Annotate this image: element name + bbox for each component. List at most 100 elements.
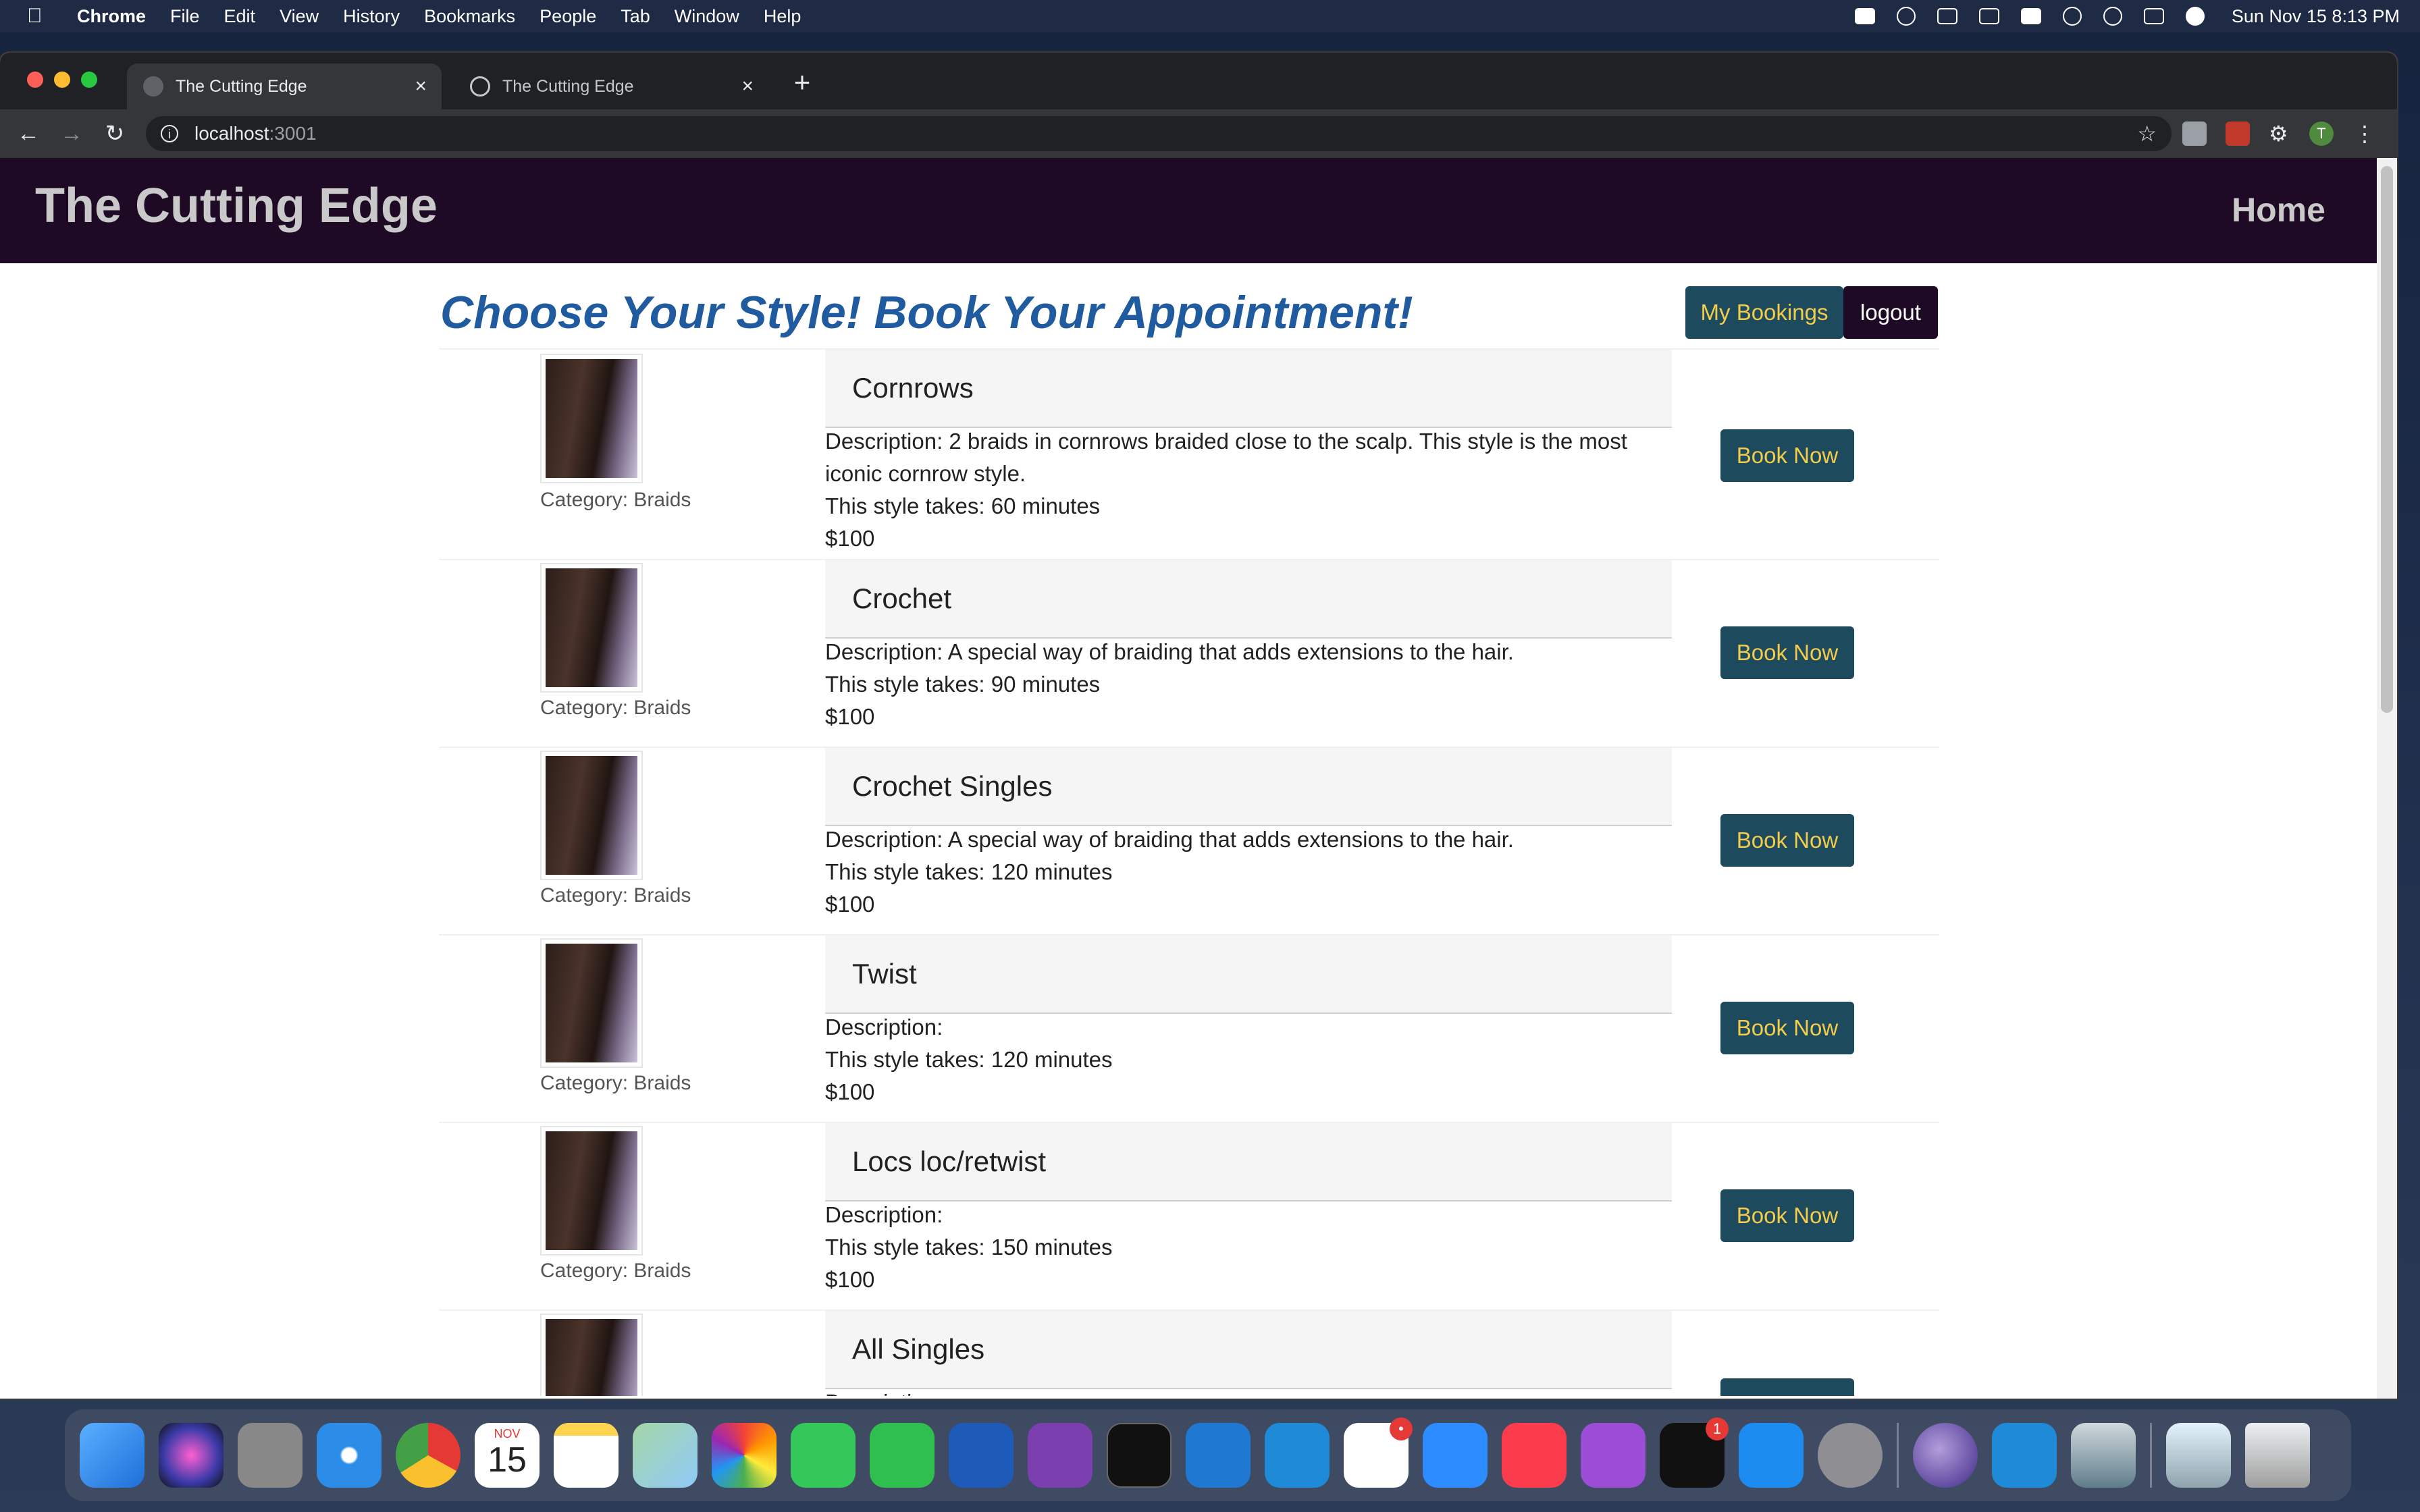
book-now-button[interactable]: Book Now	[1720, 1002, 1854, 1054]
book-now-button[interactable]: Book Now	[1720, 814, 1854, 867]
music-icon[interactable]	[1502, 1423, 1567, 1488]
profile-avatar[interactable]: T	[2309, 122, 2334, 146]
extension-badge-icon[interactable]	[2226, 122, 2250, 146]
back-arrow-icon[interactable]: ←	[14, 119, 43, 148]
calendar-icon[interactable]: NOV 15	[475, 1423, 540, 1488]
logout-button[interactable]: logout	[1843, 286, 1938, 339]
dock-separator	[1897, 1423, 1899, 1488]
vscode-icon[interactable]	[1265, 1423, 1330, 1488]
maps-icon[interactable]	[633, 1423, 698, 1488]
tab-title: The Cutting Edge	[176, 76, 307, 96]
vscode-insiders-icon[interactable]	[1992, 1423, 2057, 1488]
battery-icon[interactable]	[2020, 8, 2041, 24]
siri-icon[interactable]	[2185, 7, 2205, 26]
play-icon[interactable]	[1896, 7, 1916, 26]
style-duration: This style takes: 90 minutes	[825, 672, 1101, 697]
zoom-icon[interactable]	[1423, 1423, 1488, 1488]
book-now-button[interactable]: Book Now	[1720, 429, 1854, 482]
zoom-window-button[interactable]	[81, 72, 97, 88]
xcode-icon[interactable]	[1186, 1423, 1251, 1488]
photos-icon[interactable]	[712, 1423, 777, 1488]
tab-close-icon[interactable]: ×	[741, 75, 754, 98]
app-store-icon[interactable]	[1739, 1423, 1804, 1488]
finder-icon[interactable]	[80, 1423, 144, 1488]
menu-app-name[interactable]: Chrome	[77, 6, 146, 27]
menu-window[interactable]: Window	[675, 6, 739, 27]
new-tab-button[interactable]: +	[790, 68, 814, 97]
menu-help[interactable]: Help	[764, 6, 801, 27]
menu-people[interactable]: People	[540, 6, 596, 27]
notes-icon[interactable]	[554, 1423, 619, 1488]
style-price: $100	[825, 704, 875, 729]
control-center-icon[interactable]	[2143, 8, 2164, 24]
style-description: Description:	[825, 1386, 1672, 1396]
close-window-button[interactable]	[27, 72, 43, 88]
book-now-button[interactable]: Book Now	[1720, 626, 1854, 679]
list-item: Category: Braids Crochet Description: A …	[439, 559, 1939, 747]
style-category: Category: Braids	[540, 489, 691, 511]
site-info-icon[interactable]: i	[161, 125, 178, 142]
tab-strip: The Cutting Edge × The Cutting Edge × +	[0, 53, 2397, 109]
tab-close-icon[interactable]: ×	[415, 75, 427, 98]
onenote-icon[interactable]	[1028, 1423, 1093, 1488]
podcasts-icon[interactable]	[1581, 1423, 1646, 1488]
style-category: Category: Braids	[540, 1260, 691, 1282]
apple-tv-icon[interactable]: 1	[1660, 1418, 1729, 1488]
style-price: $100	[825, 526, 875, 551]
dock-separator	[2150, 1423, 2152, 1488]
menubar-clock[interactable]: Sun Nov 15 8:13 PM	[2232, 6, 2400, 27]
screen-record-icon[interactable]	[1854, 8, 1875, 24]
tab-active[interactable]: The Cutting Edge ×	[127, 63, 442, 109]
styles-list: Category: Braids Cornrows Description: 2…	[439, 348, 1939, 1396]
downloads-folder-icon[interactable]	[2166, 1423, 2231, 1488]
menu-edit[interactable]: Edit	[224, 6, 256, 27]
site-brand[interactable]: The Cutting Edge	[35, 178, 438, 234]
spotlight-search-icon[interactable]	[2103, 7, 2122, 26]
menu-view[interactable]: View	[280, 6, 319, 27]
macos-dock: NOV 15 • 1	[65, 1409, 2351, 1501]
chrome-icon[interactable]	[396, 1423, 461, 1488]
style-image	[540, 938, 643, 1068]
book-now-button[interactable]: Book Now	[1720, 1378, 1854, 1396]
tab-title: The Cutting Edge	[502, 76, 634, 96]
terminal-icon[interactable]	[1107, 1423, 1172, 1488]
style-price: $100	[825, 892, 875, 917]
reload-icon[interactable]: ↻	[100, 119, 130, 148]
slack-icon[interactable]: •	[1344, 1418, 1413, 1488]
minimize-window-button[interactable]	[54, 72, 70, 88]
page-title: Choose Your Style! Book Your Appointment…	[440, 287, 1413, 338]
keyboard-icon[interactable]	[1937, 8, 1957, 24]
menu-history[interactable]: History	[343, 6, 400, 27]
puzzle-extensions-icon[interactable]: ⚙	[2269, 122, 2293, 146]
menu-tab[interactable]: Tab	[621, 6, 650, 27]
apple-menu-icon[interactable]: 	[27, 5, 47, 28]
wifi-icon[interactable]	[2062, 7, 2082, 26]
bookmark-star-icon[interactable]: ☆	[2137, 121, 2157, 146]
facetime-icon[interactable]	[870, 1423, 935, 1488]
volume-icon[interactable]	[1978, 8, 1999, 24]
preview-icon[interactable]	[2071, 1423, 2136, 1488]
nav-home-link[interactable]: Home	[2232, 190, 2325, 230]
launchpad-icon[interactable]	[238, 1423, 302, 1488]
word-icon[interactable]	[949, 1423, 1014, 1488]
scrollbar-thumb[interactable]	[2381, 166, 2393, 713]
trash-icon[interactable]	[2245, 1423, 2310, 1488]
extension-icon[interactable]	[2182, 122, 2207, 146]
menu-bookmarks[interactable]: Bookmarks	[424, 6, 515, 27]
address-bar[interactable]: i localhost:3001 ☆	[146, 116, 2172, 151]
siri-icon[interactable]	[159, 1423, 223, 1488]
system-preferences-icon[interactable]	[1818, 1423, 1883, 1488]
style-name: Locs loc/retwist	[825, 1123, 1672, 1202]
screen-capture-icon[interactable]	[1913, 1423, 1978, 1488]
messages-icon[interactable]	[791, 1423, 856, 1488]
safari-icon[interactable]	[317, 1423, 382, 1488]
calendar-month: NOV	[494, 1427, 521, 1440]
style-category: Category: Braids	[540, 884, 691, 907]
more-menu-icon[interactable]: ⋮	[2352, 122, 2377, 146]
style-duration: This style takes: 150 minutes	[825, 1235, 1113, 1260]
menu-file[interactable]: File	[170, 6, 200, 27]
forward-arrow-icon[interactable]: →	[57, 119, 86, 148]
tab-inactive[interactable]: The Cutting Edge ×	[454, 63, 768, 109]
book-now-button[interactable]: Book Now	[1720, 1189, 1854, 1242]
my-bookings-button[interactable]: My Bookings	[1685, 286, 1843, 339]
